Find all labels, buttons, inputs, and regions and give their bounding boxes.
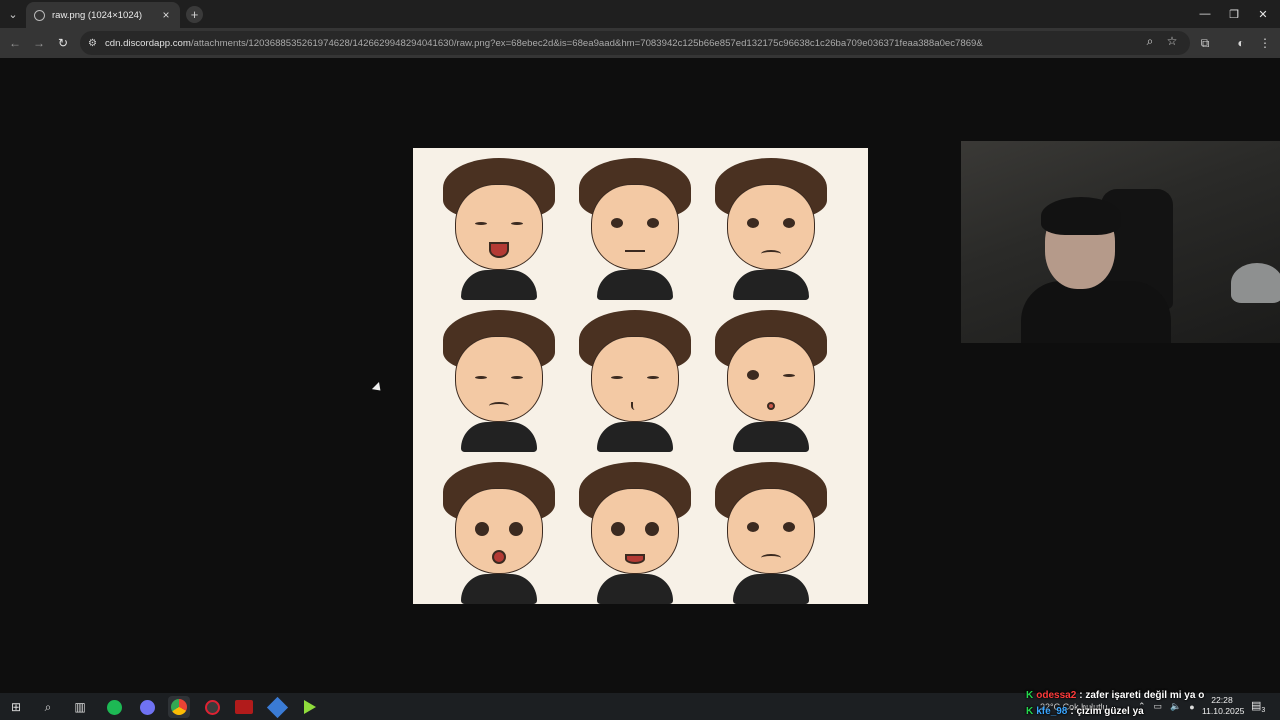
displayed-image[interactable] bbox=[413, 148, 868, 604]
play-icon[interactable] bbox=[299, 696, 321, 718]
obs-icon[interactable] bbox=[201, 696, 223, 718]
globe-icon bbox=[34, 9, 45, 21]
webcam-overlay bbox=[961, 141, 1280, 343]
emote-crying bbox=[705, 458, 837, 606]
kick-icon: K bbox=[1026, 706, 1034, 717]
tab-title: raw.png (1024×1024) bbox=[52, 9, 143, 21]
url-host: cdn.discordapp.com bbox=[104, 37, 191, 49]
zoom-icon[interactable]: ⌕ bbox=[1142, 33, 1158, 49]
close-icon[interactable]: × bbox=[160, 8, 172, 22]
chat-message: K odessa2 : zafer işareti değil mi ya o bbox=[1026, 688, 1206, 704]
clock[interactable]: 22:28 11.10.2025 bbox=[1202, 695, 1245, 717]
emote-sad bbox=[705, 154, 837, 302]
cube-icon[interactable] bbox=[266, 696, 288, 718]
kick-icon: K bbox=[1026, 690, 1034, 701]
bookmark-star-icon[interactable]: ☆ bbox=[1164, 33, 1180, 49]
notification-icon[interactable]: ▤3 bbox=[1251, 699, 1267, 715]
chat-username: kfe_98 bbox=[1036, 706, 1068, 717]
extensions-icon[interactable]: ⧉ bbox=[1196, 34, 1214, 52]
start-icon[interactable]: ⊞ bbox=[5, 696, 27, 718]
back-icon[interactable]: ← bbox=[6, 34, 24, 52]
stream-chat-overlay: K odessa2 : zafer işareti değil mi ya o … bbox=[1026, 688, 1206, 720]
emote-kiss bbox=[569, 306, 701, 454]
chat-text: : çizim güzel ya bbox=[1070, 706, 1144, 717]
browser-toolbar: ← → ↻ ⚙ cdn.discordapp.com/attachments/1… bbox=[0, 28, 1280, 58]
tab-raw-png[interactable]: raw.png (1024×1024) × bbox=[26, 2, 180, 28]
task-view-icon[interactable]: ▥ bbox=[69, 696, 91, 718]
notification-count: 3 bbox=[1261, 707, 1266, 715]
window-close-icon[interactable]: ✕ bbox=[1246, 0, 1280, 28]
streamer-body bbox=[1021, 281, 1171, 343]
emote-surprised bbox=[433, 458, 565, 606]
emote-happy-peace bbox=[569, 458, 701, 606]
emote-sleepy bbox=[433, 306, 565, 454]
chat-username: odessa2 bbox=[1036, 690, 1077, 701]
site-info-icon[interactable]: ⚙ bbox=[88, 38, 97, 49]
chat-message: K kfe_98 : çizim güzel ya bbox=[1026, 704, 1206, 720]
emote-wink-peace bbox=[705, 306, 837, 454]
new-tab-button[interactable]: + bbox=[186, 6, 203, 23]
streamer-hair bbox=[1041, 197, 1121, 235]
menu-icon[interactable]: ⋮ bbox=[1256, 34, 1274, 52]
emote-thinking bbox=[569, 154, 701, 302]
search-icon[interactable]: ⌕ bbox=[37, 696, 59, 718]
helmet bbox=[1231, 263, 1280, 303]
clock-date: 11.10.2025 bbox=[1202, 706, 1245, 716]
spotify-icon[interactable] bbox=[103, 696, 125, 718]
reload-icon[interactable]: ↻ bbox=[54, 34, 72, 52]
url-text[interactable]: cdn.discordapp.com/attachments/120368853… bbox=[105, 38, 1182, 49]
clock-time: 22:28 bbox=[1211, 695, 1233, 705]
discord-icon[interactable] bbox=[136, 696, 158, 718]
chrome-icon[interactable] bbox=[168, 696, 190, 718]
url-path: /attachments/1203688535261974628/1426629… bbox=[190, 37, 983, 49]
tab-search-icon[interactable]: ⌄ bbox=[4, 5, 22, 23]
address-bar[interactable]: ⚙ cdn.discordapp.com/attachments/1203688… bbox=[80, 31, 1190, 55]
profile-icon[interactable]: ◐ bbox=[1232, 34, 1250, 52]
forward-icon[interactable]: → bbox=[30, 34, 48, 52]
tab-strip: ⌄ raw.png (1024×1024) × + — ❐ ✕ bbox=[0, 0, 1280, 28]
emote-laughing bbox=[433, 154, 565, 302]
voice-icon[interactable] bbox=[233, 696, 255, 718]
chat-text: : zafer işareti değil mi ya o bbox=[1079, 690, 1205, 701]
